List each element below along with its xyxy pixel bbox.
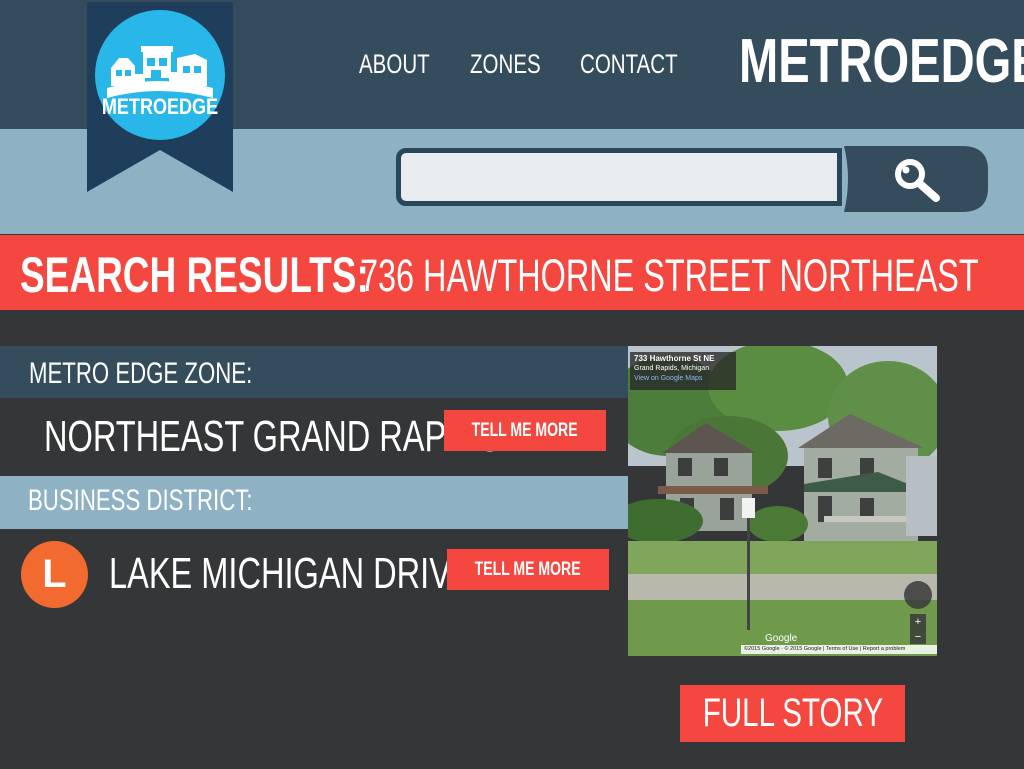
nav-zones-link[interactable]: ZONES: [470, 46, 563, 82]
view-on-google-maps-link[interactable]: View on Google Maps: [634, 374, 732, 384]
photo-caption-subtitle: Grand Rapids, Michigan: [634, 365, 710, 372]
logo-text: METROEDGE: [102, 95, 218, 119]
svg-text:−: −: [915, 631, 921, 643]
district-badge: L: [21, 541, 88, 608]
street-view-photo[interactable]: + − 733 Hawthorne St NE Grand Rapids, Mi…: [628, 346, 937, 656]
zone-tell-me-more-button[interactable]: TELL ME MORE: [444, 410, 606, 451]
photo-copyright: ©2015 Google · © 2015 Google | Terms of …: [741, 645, 937, 654]
google-watermark: Google: [765, 633, 798, 644]
nav-contact-link[interactable]: CONTACT: [580, 46, 709, 82]
district-tell-me-more-button[interactable]: TELL ME MORE: [447, 549, 609, 590]
zone-label: METRO EDGE ZONE:: [29, 357, 253, 390]
svg-text:+: +: [915, 616, 921, 628]
full-story-button[interactable]: FULL STORY: [680, 685, 905, 742]
district-label: BUSINESS DISTRICT:: [28, 484, 253, 517]
photo-caption: 733 Hawthorne St NE Grand Rapids, Michig…: [630, 352, 736, 390]
photo-caption-title: 733 Hawthorne St NE: [634, 354, 715, 363]
logo[interactable]: METROEDGE: [87, 2, 233, 192]
nav-about-link[interactable]: ABOUT: [359, 46, 452, 82]
search-button[interactable]: [844, 146, 990, 212]
searched-address: 736 HAWTHORNE STREET NORTHEAST: [360, 250, 979, 301]
brand-title: METROEDGE: [739, 27, 1024, 96]
search-input[interactable]: [396, 148, 842, 206]
